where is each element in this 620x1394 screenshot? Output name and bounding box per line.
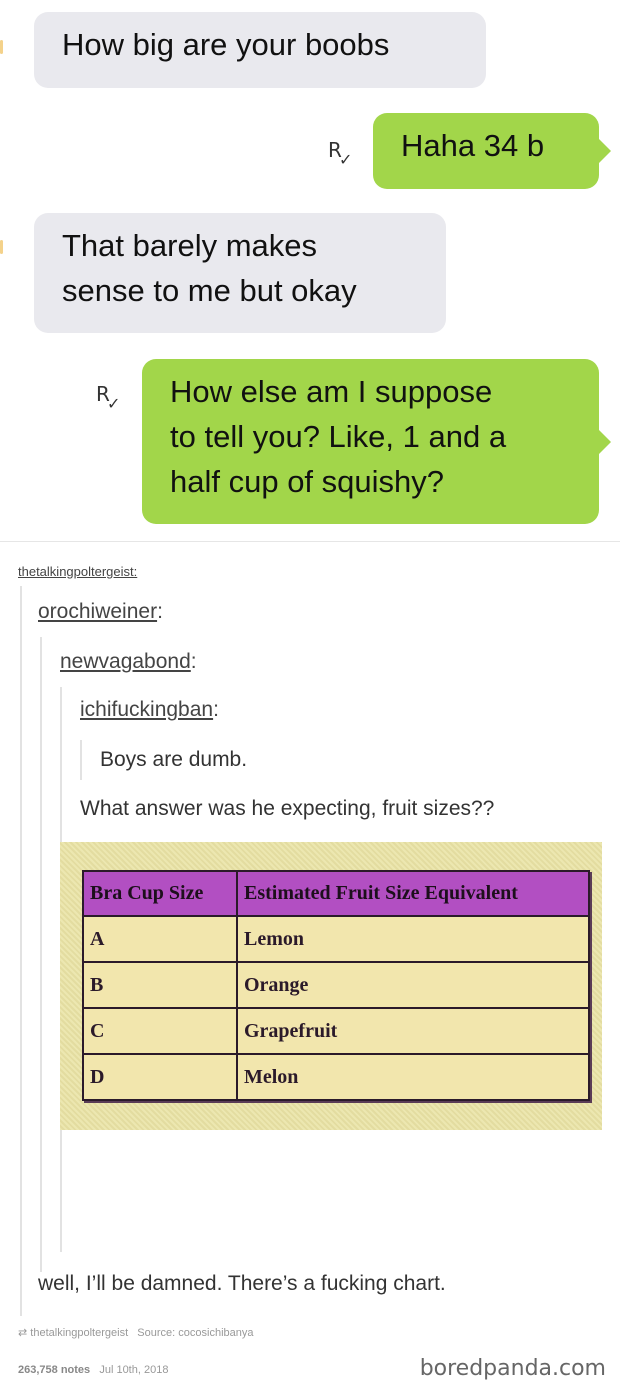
- table-cell: Grapefruit: [236, 1007, 590, 1055]
- source-user[interactable]: cocosichibanya: [178, 1327, 253, 1339]
- reblog-user-link[interactable]: ichifuckingban: [80, 698, 213, 721]
- incoming-message: That barely makes sense to me but okay: [34, 213, 446, 333]
- message-text: Haha 34 b: [401, 128, 545, 163]
- table-cell: B: [82, 961, 238, 1009]
- outgoing-message: Haha 34 b: [373, 113, 611, 189]
- quote-border: [80, 740, 82, 780]
- read-receipt-icon: R ✓: [96, 382, 121, 413]
- reblog-user: newvagabond:: [60, 650, 197, 673]
- chat-thread: How big are your boobs R ✓ Haha 34 b That…: [0, 0, 620, 540]
- footer-reblog-user[interactable]: thetalkingpoltergeist: [30, 1327, 128, 1339]
- table-cell: Orange: [236, 961, 590, 1009]
- message-text: How big are your boobs: [62, 27, 390, 62]
- post-blog-name[interactable]: thetalkingpoltergeist:: [18, 564, 137, 579]
- table-row: D Melon: [82, 1053, 590, 1101]
- bubble-edge-mark: [0, 240, 3, 254]
- reply-text: What answer was he expecting, fruit size…: [80, 797, 495, 820]
- post-footer-meta: 263,758 notes Jul 10th, 2018: [18, 1364, 168, 1376]
- bubble-edge-mark: [0, 40, 3, 54]
- table-cell: D: [82, 1053, 238, 1101]
- reblog-user-link[interactable]: newvagabond: [60, 650, 191, 673]
- post-date[interactable]: Jul 10th, 2018: [99, 1364, 168, 1376]
- reblog-user: ichifuckingban:: [80, 698, 219, 721]
- quote-border: [40, 637, 42, 1272]
- table-cell: A: [82, 915, 238, 963]
- message-line: How else am I suppose: [170, 374, 493, 409]
- tumblr-post: thetalkingpoltergeist: orochiweiner: new…: [0, 542, 620, 1394]
- post-footer-source: ⇄ thetalkingpoltergeist Source: cocosich…: [18, 1326, 254, 1339]
- reblog-user-link[interactable]: orochiweiner: [38, 600, 157, 623]
- message-line: That barely makes: [62, 228, 317, 263]
- final-comment: well, I’ll be damned. There’s a fucking …: [38, 1272, 446, 1295]
- incoming-message: How big are your boobs: [34, 12, 486, 88]
- message-line: to tell you? Like, 1 and a: [170, 419, 507, 454]
- table-cell: C: [82, 1007, 238, 1055]
- reblog-user: orochiweiner:: [38, 600, 163, 623]
- column-header: Estimated Fruit Size Equivalent: [236, 870, 590, 917]
- notes-count[interactable]: 263,758 notes: [18, 1364, 90, 1376]
- table-cell: Melon: [236, 1053, 590, 1101]
- message-line: sense to me but okay: [62, 273, 357, 308]
- table-row: B Orange: [82, 961, 590, 1009]
- read-receipt-icon: R ✓: [328, 138, 353, 169]
- fruit-size-chart: Bra Cup Size Estimated Fruit Size Equiva…: [60, 842, 602, 1130]
- table-cell: Lemon: [236, 915, 590, 963]
- outgoing-message: How else am I suppose to tell you? Like,…: [142, 359, 611, 524]
- source-label: Source:: [137, 1327, 176, 1339]
- table-header-row: Bra Cup Size Estimated Fruit Size Equiva…: [82, 870, 590, 917]
- table-row: C Grapefruit: [82, 1007, 590, 1055]
- table-row: A Lemon: [82, 915, 590, 963]
- quote-text: Boys are dumb.: [100, 748, 248, 771]
- message-line: half cup of squishy?: [170, 464, 445, 499]
- reblog-icon: ⇄: [18, 1327, 28, 1339]
- quote-border: [20, 586, 22, 1316]
- fruit-size-table: Bra Cup Size Estimated Fruit Size Equiva…: [82, 870, 590, 1101]
- watermark-logo: boredpanda.com: [419, 1356, 606, 1381]
- column-header: Bra Cup Size: [82, 870, 238, 917]
